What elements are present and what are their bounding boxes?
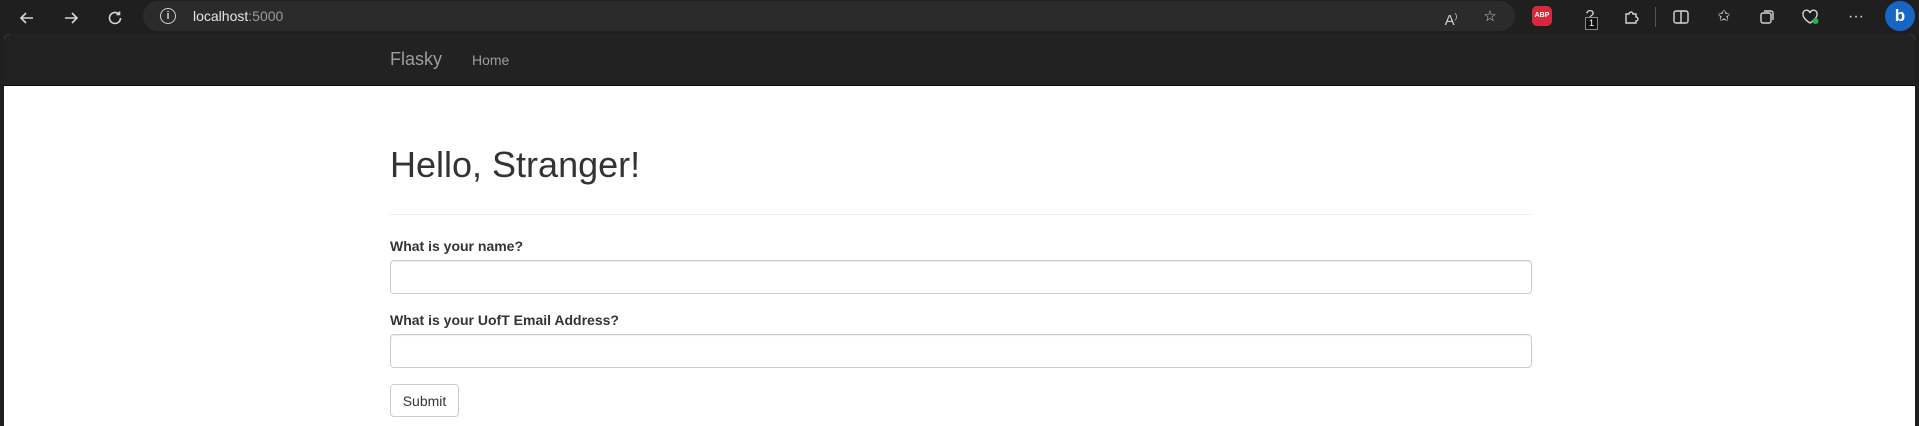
refresh-icon[interactable]	[101, 4, 129, 32]
favorites-icon[interactable]: ✩	[1711, 4, 1737, 30]
navbar: Flasky Home	[4, 34, 1915, 86]
toolbar-divider	[1655, 7, 1656, 27]
email-label: What is your UofT Email Address?	[390, 312, 619, 328]
read-aloud-icon[interactable]: A)	[1440, 6, 1462, 29]
submit-button[interactable]: Submit	[390, 384, 459, 417]
nav-item-home[interactable]: Home	[472, 52, 509, 68]
favorite-star-icon[interactable]: ☆	[1479, 6, 1501, 28]
split-screen-icon[interactable]	[1668, 4, 1694, 30]
browser-essentials-icon[interactable]	[1797, 4, 1823, 30]
site-info-icon[interactable]: i	[160, 8, 176, 24]
page-title: Hello, Stranger!	[390, 144, 641, 185]
name-label: What is your name?	[390, 238, 524, 254]
adblock-plus-icon[interactable]: ABP	[1532, 6, 1552, 26]
extension-badge: 1	[1585, 17, 1598, 30]
more-options-icon[interactable]: ···	[1843, 4, 1869, 30]
email-input[interactable]	[390, 334, 1532, 368]
back-icon[interactable]	[13, 4, 41, 32]
bing-copilot-icon[interactable]: b	[1885, 1, 1915, 31]
browser-toolbar: i localhost:5000 A) ☆ ABP ? 1 ✩ ··· b	[0, 0, 1919, 34]
forward-icon[interactable]	[57, 4, 85, 32]
extensions-puzzle-icon[interactable]	[1618, 4, 1644, 30]
name-input[interactable]	[390, 260, 1532, 294]
header-divider	[390, 214, 1532, 215]
collections-icon[interactable]	[1754, 4, 1780, 30]
navbar-brand[interactable]: Flasky	[390, 49, 442, 70]
web-page: Flasky Home Hello, Stranger! What is you…	[4, 34, 1915, 426]
address-bar[interactable]: i localhost:5000 A) ☆	[143, 1, 1515, 31]
url-text[interactable]: localhost:5000	[193, 8, 283, 24]
